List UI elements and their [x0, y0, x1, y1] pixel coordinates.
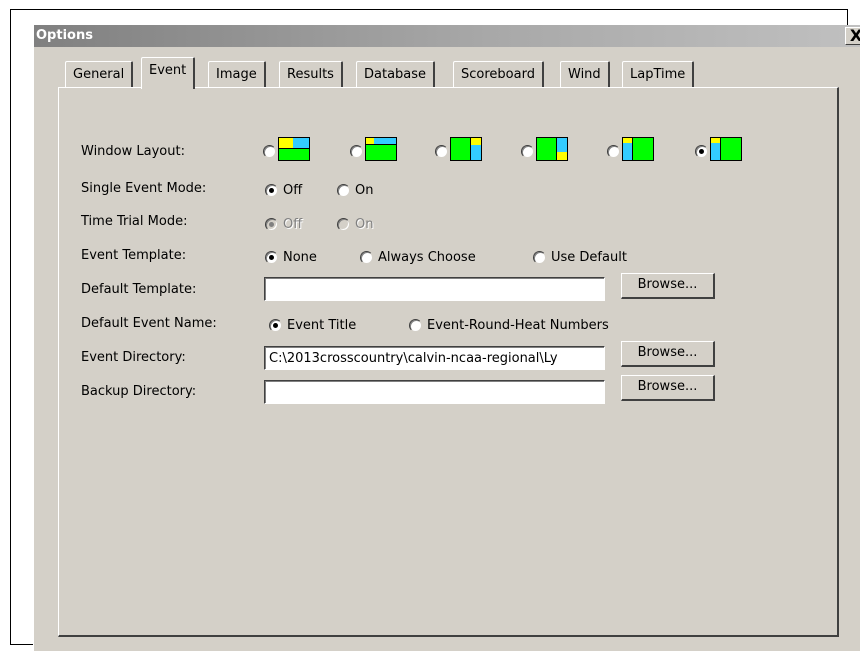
event-template-use-default-label: Use Default	[551, 250, 627, 265]
window-title: Options	[36, 28, 93, 43]
tab-image[interactable]: Image	[208, 61, 266, 87]
event-template-none-label: None	[283, 250, 317, 265]
event-directory-label: Event Directory:	[81, 350, 186, 365]
options-dialog: Options X General Event Image Results Da…	[33, 25, 860, 651]
default-event-name-erh-numbers-radio[interactable]: Event-Round-Heat Numbers	[409, 318, 609, 333]
event-directory-browse-button[interactable]: Browse...	[621, 341, 715, 367]
backup-directory-browse-button[interactable]: Browse...	[621, 375, 715, 401]
backup-directory-input[interactable]	[264, 380, 605, 404]
layout-5-radio[interactable]	[607, 145, 620, 158]
single-event-mode-on-label: On	[355, 183, 374, 198]
layout-4-icon	[536, 137, 568, 161]
close-button[interactable]: X	[845, 27, 860, 45]
layout-5-icon	[622, 137, 654, 161]
tab-scoreboard[interactable]: Scoreboard	[453, 61, 544, 87]
default-template-input[interactable]	[264, 277, 605, 301]
layout-6-icon	[710, 137, 742, 161]
single-event-mode-off-label: Off	[283, 183, 303, 198]
single-event-mode-on-radio[interactable]: On	[337, 183, 373, 198]
layout-3-icon	[450, 137, 482, 161]
time-trial-mode-label: Time Trial Mode:	[81, 214, 188, 229]
time-trial-mode-off-label: Off	[283, 217, 303, 232]
layout-1-radio[interactable]	[263, 145, 276, 158]
tab-results[interactable]: Results	[279, 61, 343, 87]
event-template-use-default-radio[interactable]: Use Default	[533, 250, 627, 265]
default-event-name-erh-numbers-label: Event-Round-Heat Numbers	[427, 318, 609, 333]
layout-2-radio[interactable]	[350, 145, 363, 158]
layout-4-radio[interactable]	[521, 145, 534, 158]
event-template-none-radio[interactable]: None	[265, 250, 317, 265]
tab-database[interactable]: Database	[356, 61, 436, 87]
tab-general[interactable]: General	[65, 61, 134, 87]
single-event-mode-off-radio[interactable]: Off	[265, 183, 302, 198]
tab-event[interactable]: Event	[141, 57, 196, 89]
default-event-name-event-title-radio[interactable]: Event Title	[269, 318, 356, 333]
layout-3-radio[interactable]	[435, 145, 448, 158]
backup-directory-label: Backup Directory:	[81, 384, 197, 399]
default-event-name-label: Default Event Name:	[81, 316, 217, 331]
event-template-always-choose-label: Always Choose	[378, 250, 476, 265]
layout-1-icon	[278, 137, 310, 161]
window-layout-label: Window Layout:	[81, 144, 185, 159]
tab-wind[interactable]: Wind	[560, 61, 610, 87]
time-trial-mode-on-radio: On	[337, 217, 373, 232]
default-event-name-event-title-label: Event Title	[287, 318, 357, 333]
event-tab-panel: Window Layout: Single Event Mode: Off On…	[58, 87, 839, 637]
event-directory-input[interactable]	[264, 346, 605, 370]
single-event-mode-label: Single Event Mode:	[81, 181, 207, 196]
time-trial-mode-off-radio: Off	[265, 217, 302, 232]
default-template-label: Default Template:	[81, 282, 197, 297]
event-template-always-choose-radio[interactable]: Always Choose	[360, 250, 476, 265]
title-bar[interactable]: Options X	[34, 25, 860, 47]
event-template-label: Event Template:	[81, 248, 187, 263]
time-trial-mode-on-label: On	[355, 217, 374, 232]
layout-2-icon	[365, 137, 397, 161]
default-template-browse-button[interactable]: Browse...	[621, 273, 715, 299]
layout-6-radio[interactable]	[695, 145, 708, 158]
tab-laptime[interactable]: LapTime	[622, 61, 695, 87]
